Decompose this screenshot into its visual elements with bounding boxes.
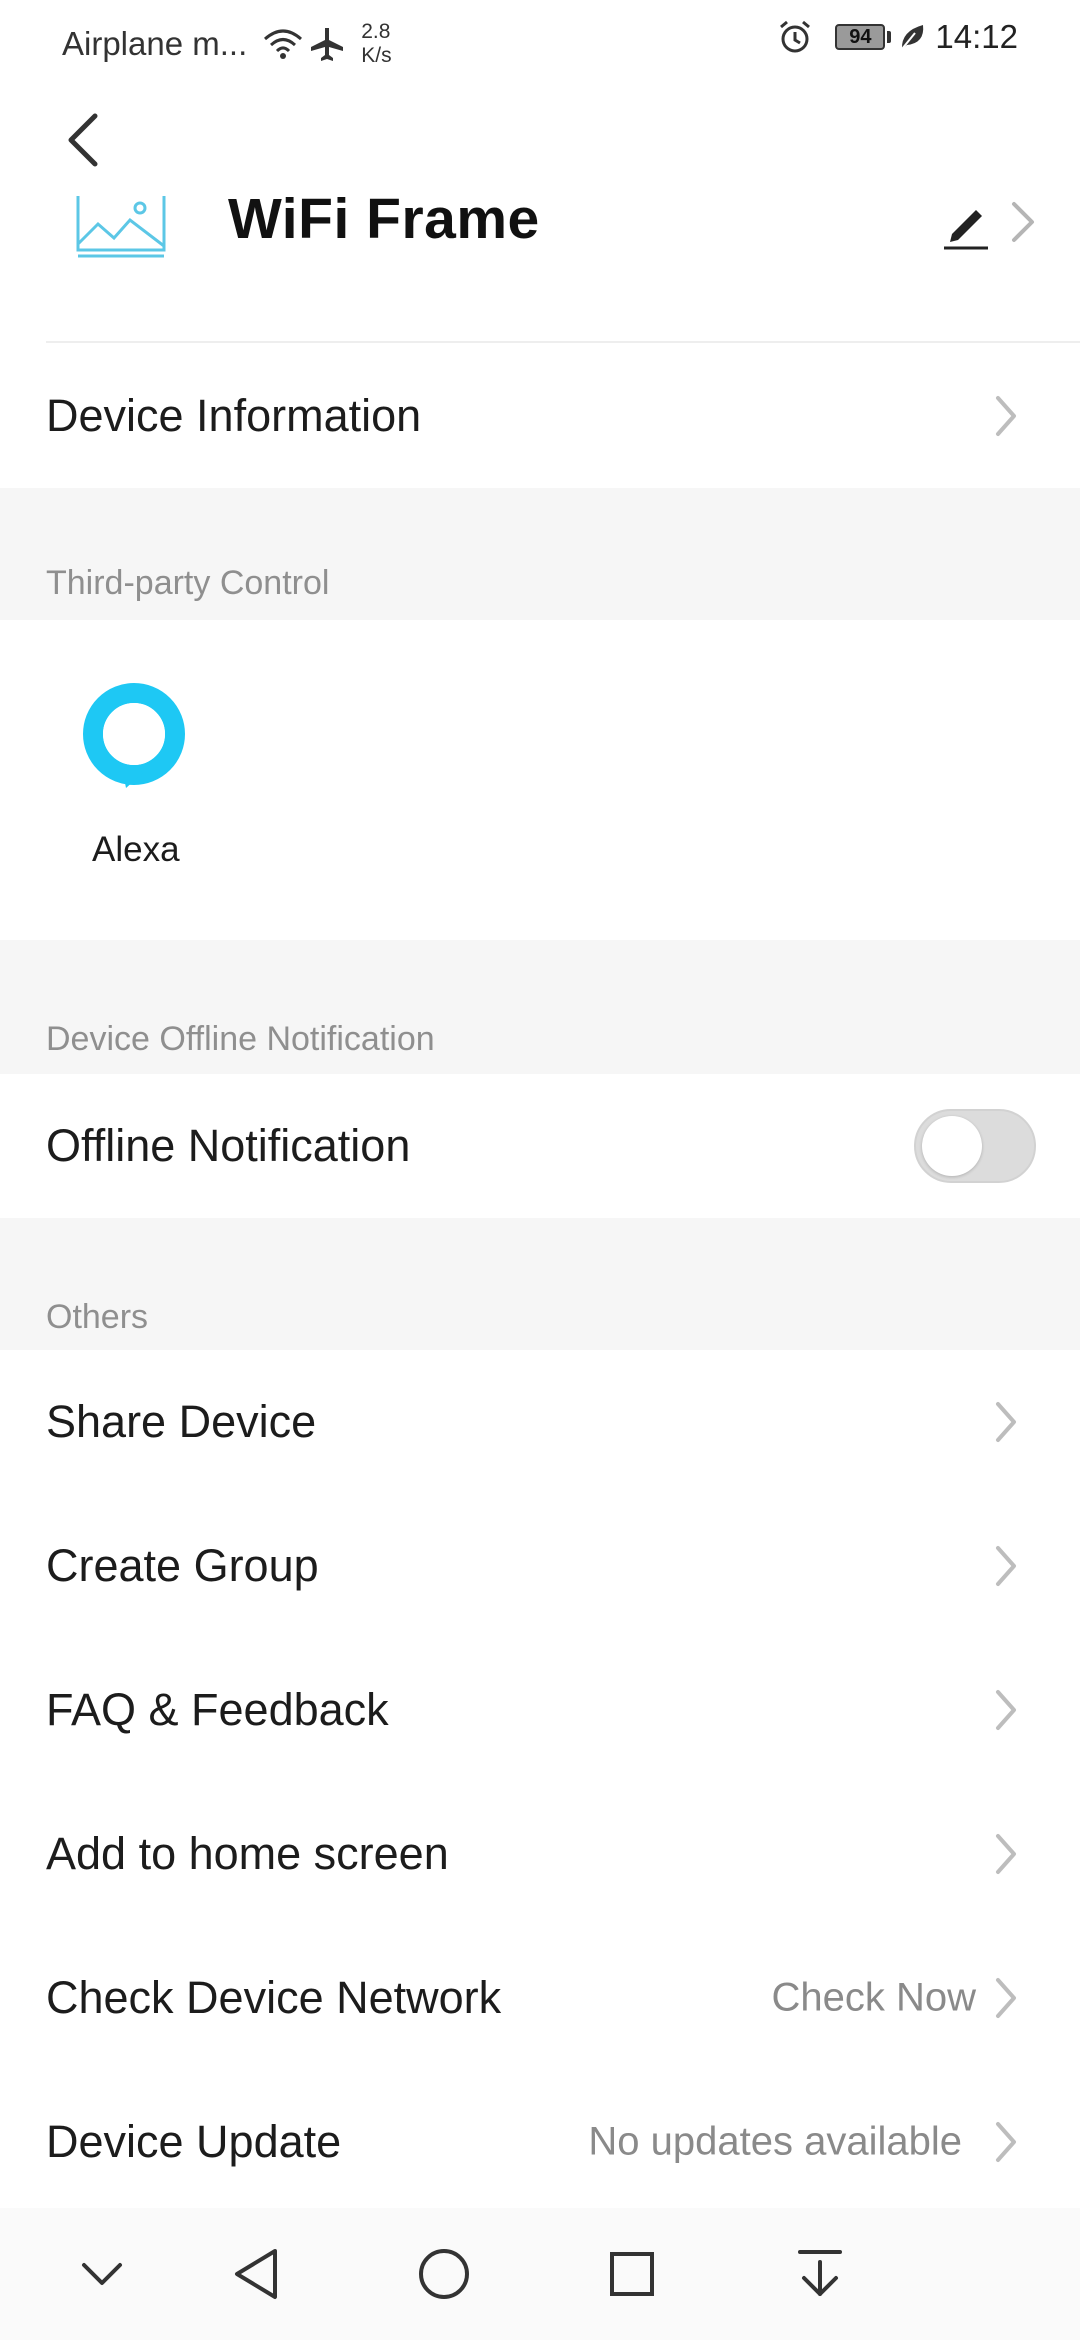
status-left: Airplane m... 2.8 K/s [62,20,392,68]
section-title: Third-party Control [46,564,330,602]
wifi-icon [264,29,303,59]
share-device-row[interactable]: Share Device [0,1350,1080,1494]
speed-value: 2.8 [361,20,391,43]
row-value: Check Now [771,1975,976,2020]
row-label: FAQ & Feedback [46,1684,389,1735]
section-header-offline: Device Offline Notification [0,940,1080,1074]
check-device-network-row[interactable]: Check Device Network Check Now [0,1926,1080,2070]
third-party-panel: Alexa [0,620,1080,940]
row-label: Check Device Network [46,1972,502,2023]
nav-recents-button[interactable] [602,2244,662,2304]
device-information-row[interactable]: Device Information [0,344,1080,488]
chevron-right-icon [996,1978,1016,2018]
chevron-right-icon [996,1546,1016,1586]
device-title: WiFi Frame [228,187,540,251]
row-label: Device Update [46,2116,342,2167]
row-label: Add to home screen [46,1828,449,1879]
row-value: No updates available [588,2119,962,2164]
battery-level: 94 [835,24,886,50]
offline-notification-toggle[interactable] [914,1109,1036,1183]
speed-unit: K/s [361,44,392,67]
chevron-right-icon [996,396,1016,436]
leaf-icon [901,25,924,50]
network-speed: 2.8 K/s [361,20,391,68]
create-group-row[interactable]: Create Group [0,1494,1080,1638]
chevron-right-icon [996,2122,1016,2162]
toggle-knob [922,1116,982,1176]
notification-pull-icon [798,2250,842,2296]
chevron-right-icon [996,1402,1016,1442]
back-arrow-icon [68,113,98,167]
system-navigation-bar [0,2208,1080,2340]
nav-back-button[interactable] [226,2244,286,2304]
picture-frame-icon [76,196,166,258]
device-update-row[interactable]: Device Update No updates available [0,2070,1080,2214]
battery-tip [887,31,892,43]
divider [46,341,1080,343]
chevron-right-icon [996,1690,1016,1730]
back-triangle-icon [235,2249,277,2299]
collapse-button[interactable] [72,2244,132,2304]
add-to-home-screen-row[interactable]: Add to home screen [0,1782,1080,1926]
recents-square-icon [610,2252,654,2296]
alexa-label[interactable]: Alexa [92,830,180,870]
section-title: Device Offline Notification [46,1020,435,1058]
nav-home-button[interactable] [414,2244,474,2304]
back-button[interactable] [48,100,118,180]
row-label: Share Device [46,1396,317,1447]
chevron-right-icon [996,1834,1016,1874]
chevron-right-icon[interactable] [1008,200,1038,244]
status-bar: Airplane m... 2.8 K/s 94 14:12 [0,0,1080,78]
nav-notification-button[interactable] [790,2244,850,2304]
clock: 14:12 [935,18,1018,55]
section-header-third-party: Third-party Control [0,488,1080,620]
section-title: Others [46,1298,149,1336]
row-label: Device Information [46,390,422,441]
section-header-others: Others [0,1218,1080,1350]
alexa-icon[interactable] [82,682,186,794]
airplane-icon [311,28,344,61]
edit-icon[interactable] [940,200,992,250]
collapse-down-icon [82,2263,122,2285]
faq-feedback-row[interactable]: FAQ & Feedback [0,1638,1080,1782]
alarm-icon [780,20,811,53]
row-label: Create Group [46,1540,319,1591]
carrier-label: Airplane m... [62,25,248,62]
status-right: 94 14:12 [777,18,1018,56]
row-label: Offline Notification [46,1120,411,1171]
home-circle-icon [419,2249,469,2299]
battery-icon: 94 [835,24,892,50]
